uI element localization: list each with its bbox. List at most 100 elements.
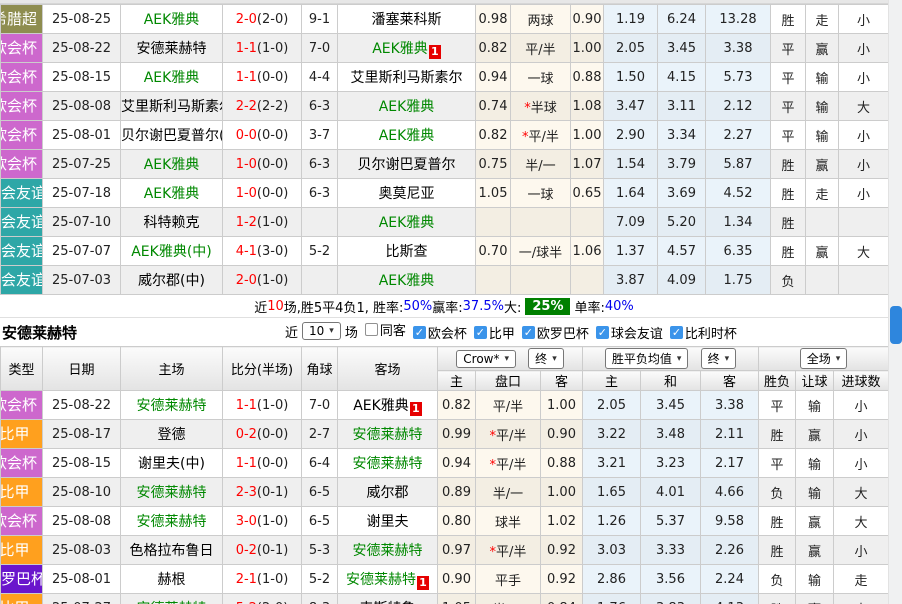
chevron-down-icon: ▾ xyxy=(552,354,557,364)
match-row: 比甲25-08-10安德莱赫特2-3(0-1)6-5威尔郡0.89半/一1.00… xyxy=(1,478,889,507)
league-cell: 球会友谊 xyxy=(1,179,43,208)
euro-draw-odds: 3.45 xyxy=(641,391,701,420)
vertical-scrollbar[interactable] xyxy=(888,0,902,604)
team-name: AEK雅典 xyxy=(144,12,200,28)
away-team-cell: 艾里斯利马斯素尔 xyxy=(338,63,476,92)
league-label: 欧会杯 xyxy=(1,449,43,477)
ah-away-odds: 0.84 xyxy=(541,594,583,604)
team-name: 贝尔谢巴夏普尔 xyxy=(358,157,456,173)
rank-badge: 1 xyxy=(417,576,429,590)
result-goals-cell: 小 xyxy=(834,536,889,565)
league-cell: 欧会杯 xyxy=(1,507,43,536)
date-cell: 25-08-01 xyxy=(43,121,121,150)
away-team-cell: 贝尔谢巴夏普尔 xyxy=(338,150,476,179)
date-cell: 25-08-08 xyxy=(43,92,121,121)
filter-item[interactable]: 欧罗巴杯 xyxy=(515,323,589,342)
home-team-cell: AEK雅典 xyxy=(121,150,223,179)
away-team-cell: AEK雅典 xyxy=(338,266,476,295)
summary-text: 大: xyxy=(504,297,521,316)
ah-home-odds: 0.82 xyxy=(476,121,511,150)
euro-home-odds: 3.22 xyxy=(583,420,641,449)
halftime-score: (1-0) xyxy=(257,273,288,288)
home-team-cell: AEK雅典 xyxy=(121,5,223,34)
euro-home-odds: 1.19 xyxy=(604,5,658,34)
filter-item[interactable]: 比利时杯 xyxy=(663,323,737,342)
chevron-down-icon: ▾ xyxy=(725,354,730,364)
score-cell: 4-1(3-0) xyxy=(223,237,302,266)
home-team-cell: 安德莱赫特 xyxy=(121,478,223,507)
filter-item[interactable]: 同客 xyxy=(358,320,406,339)
aek-matches-table: 希腊超25-08-25AEK雅典2-0(2-0)9-1潘塞莱科斯0.98两球0.… xyxy=(0,4,889,295)
league-cell: 比甲 xyxy=(1,594,43,604)
handicap-final-select[interactable]: 终▾ xyxy=(528,348,564,369)
fulltime-score: 0-2 xyxy=(236,427,257,442)
league-cell: 球会友谊 xyxy=(1,266,43,295)
ah-line: 半/一 xyxy=(511,150,571,179)
ah-line: 一球 xyxy=(511,63,571,92)
sub-header-odds-home: 主 xyxy=(583,371,641,391)
ah-line: *平/半 xyxy=(476,449,541,478)
scope-select[interactable]: 全场▾ xyxy=(800,348,848,369)
filter-checkbox[interactable] xyxy=(474,326,487,339)
scrollbar-thumb[interactable] xyxy=(890,306,902,344)
filter-checkbox[interactable] xyxy=(596,326,609,339)
home-team-cell: 色格拉布鲁日 xyxy=(121,536,223,565)
team-name: AEK雅典 xyxy=(379,273,435,289)
score-cell: 5-2(2-0) xyxy=(223,594,302,604)
odds-avg-select[interactable]: 胜平负均值▾ xyxy=(605,348,689,369)
result-outcome-cell: 负 xyxy=(771,266,806,295)
result-handicap-cell: 赢 xyxy=(796,507,834,536)
odds-final-select[interactable]: 终▾ xyxy=(701,348,737,369)
filter-checkbox[interactable] xyxy=(670,326,683,339)
ah-line: 一球 xyxy=(511,179,571,208)
away-team-cell: AEK雅典 xyxy=(338,208,476,237)
result-handicap-cell: 赢 xyxy=(806,150,839,179)
match-row: 球会友谊25-07-03威尔郡(中)2-0(1-0)AEK雅典3.874.091… xyxy=(1,266,889,295)
match-row: 比甲25-07-27安德莱赫特5-2(2-0)8-3韦斯特鲁1.05半/一0.8… xyxy=(1,594,889,604)
filter-label: 比利时杯 xyxy=(685,323,737,342)
euro-home-odds: 1.26 xyxy=(583,507,641,536)
result-outcome-cell: 平 xyxy=(771,121,806,150)
corner-cell: 6-4 xyxy=(302,449,338,478)
ah-line: 球半 xyxy=(476,507,541,536)
result-outcome-cell: 胜 xyxy=(771,208,806,237)
league-cell: 球会友谊 xyxy=(1,208,43,237)
filter-checkbox[interactable] xyxy=(413,326,426,339)
filter-item[interactable]: 球会友谊 xyxy=(589,323,663,342)
ah-away-odds: 0.90 xyxy=(571,5,604,34)
euro-draw-odds: 4.15 xyxy=(658,63,706,92)
filter-checkbox[interactable] xyxy=(522,326,535,339)
filter-item[interactable]: 比甲 xyxy=(467,323,515,342)
games-count-select[interactable]: 10 ▾ xyxy=(302,322,341,340)
summary-text: 50% xyxy=(403,299,432,314)
corner-cell: 6-3 xyxy=(302,150,338,179)
filter-label: 球会友谊 xyxy=(611,323,663,342)
fulltime-score: 3-0 xyxy=(236,514,257,529)
date-cell: 25-07-25 xyxy=(43,150,121,179)
halftime-score: (1-0) xyxy=(257,572,288,587)
ah-home-odds: 0.70 xyxy=(476,237,511,266)
team-name: AEK雅典(中) xyxy=(131,244,212,260)
result-handicap-cell xyxy=(806,208,839,237)
home-team-cell: AEK雅典(中) xyxy=(121,237,223,266)
euro-draw-odds: 4.01 xyxy=(641,478,701,507)
euro-draw-odds: 3.45 xyxy=(658,34,706,63)
corner-cell: 5-2 xyxy=(302,237,338,266)
bookmaker-select[interactable]: Crow*▾ xyxy=(456,350,516,368)
ah-away-odds: 1.00 xyxy=(541,478,583,507)
halftime-score: (2-2) xyxy=(257,99,288,114)
league-cell: 比甲 xyxy=(1,420,43,449)
date-cell: 25-08-01 xyxy=(43,565,121,594)
filter-checkbox[interactable] xyxy=(365,323,378,336)
sub-header-odds-away: 客 xyxy=(701,371,759,391)
corner-cell xyxy=(302,208,338,237)
euro-away-odds: 4.13 xyxy=(701,594,759,604)
summary-text: 场,胜5平4负1, 胜率: xyxy=(284,297,404,316)
filter-item[interactable]: 欧会杯 xyxy=(406,323,467,342)
ah-line: *平/半 xyxy=(476,420,541,449)
euro-home-odds: 2.05 xyxy=(583,391,641,420)
result-handicap-cell: 输 xyxy=(796,449,834,478)
match-row: 希腊超25-08-25AEK雅典2-0(2-0)9-1潘塞莱科斯0.98两球0.… xyxy=(1,5,889,34)
euro-away-odds: 5.87 xyxy=(706,150,771,179)
halftime-score: (1-0) xyxy=(257,41,288,56)
